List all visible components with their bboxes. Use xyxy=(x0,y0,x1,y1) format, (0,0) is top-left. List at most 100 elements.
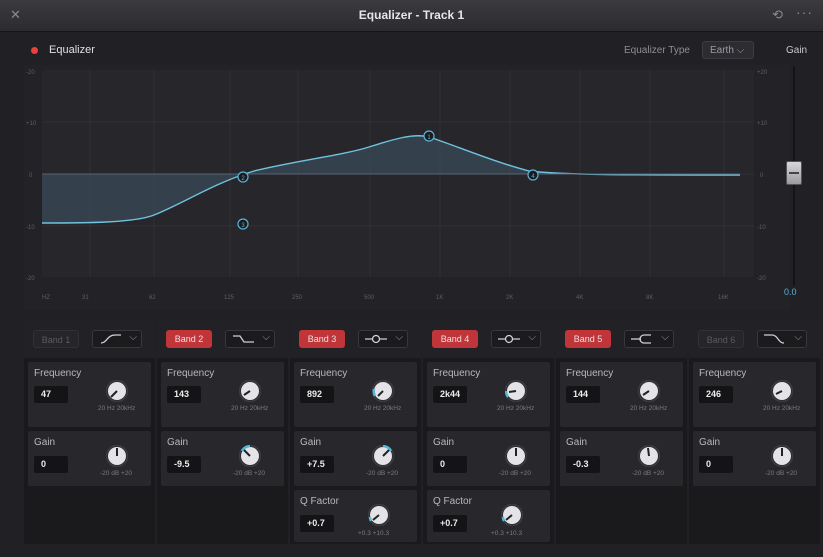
band-1-frequency-knob[interactable] xyxy=(106,380,128,402)
band-4-q-knob[interactable] xyxy=(501,504,523,526)
gain-label: Gain xyxy=(34,437,56,448)
gain-section: Gain -9.5 -20 dB +20 xyxy=(161,431,284,486)
band-3-toggle[interactable]: Band 3 xyxy=(299,330,345,348)
y-tick-right: +10 xyxy=(757,121,768,127)
band-2-toggle[interactable]: Band 2 xyxy=(166,330,212,348)
equalizer-type-select[interactable]: Earth ⌵ xyxy=(702,41,754,59)
frequency-label: Frequency xyxy=(699,368,747,379)
band-3-frequency-knob[interactable] xyxy=(372,380,394,402)
chevron-down-icon: ⌵ xyxy=(528,332,536,343)
x-tick: 250 xyxy=(292,295,303,301)
band-controls: Band 1 ⌵ Frequency 47 20 Hz 20kHz Gain 0… xyxy=(24,320,820,544)
band-5-gain-knob[interactable] xyxy=(638,445,660,467)
band-6-frequency-knob[interactable] xyxy=(771,380,793,402)
fader-value: 0.0 xyxy=(784,287,797,297)
enable-toggle[interactable] xyxy=(31,47,38,54)
band-1-filter-select[interactable]: ⌵ xyxy=(92,330,142,348)
frequency-label: Frequency xyxy=(433,368,481,379)
gain-fader[interactable]: 0.0 xyxy=(784,66,802,297)
x-tick: HZ xyxy=(42,295,50,301)
band-1-gain-knob[interactable] xyxy=(106,445,128,467)
equalizer-type-label: Equalizer Type xyxy=(624,45,690,56)
high-cut-icon xyxy=(764,334,785,344)
band-4-q-field[interactable]: +0.7 xyxy=(433,515,467,532)
gain-scale: -20 dB +20 xyxy=(765,470,797,477)
high-shelf-icon xyxy=(631,334,651,344)
frequency-scale: 20 Hz 20kHz xyxy=(364,405,402,412)
reset-icon[interactable]: ⟲ xyxy=(772,7,783,23)
band-5-frequency-knob[interactable] xyxy=(638,380,660,402)
band-4-filter-select[interactable]: ⌵ xyxy=(491,330,541,348)
frequency-label: Frequency xyxy=(167,368,215,379)
band-5-toggle[interactable]: Band 5 xyxy=(565,330,611,348)
frequency-section: Frequency 246 20 Hz 20kHz xyxy=(693,362,816,427)
band-4-gain-knob[interactable] xyxy=(505,445,527,467)
gain-scale: -20 dB +20 xyxy=(366,470,398,477)
band-6-panel: Band 6 ⌵ Frequency 246 20 Hz 20kHz Gain … xyxy=(689,320,820,544)
eq-graph[interactable]: 1 2 3 4 -20 +10 0 -10 -20 +20 +10 0 -10 … xyxy=(24,65,790,310)
band-header: Band 3 ⌵ xyxy=(290,320,421,358)
band-1-toggle[interactable]: Band 1 xyxy=(33,330,79,348)
x-tick: 1K xyxy=(436,295,443,301)
chevron-down-icon: ⌵ xyxy=(395,332,403,343)
band-2-gain-knob[interactable] xyxy=(239,445,261,467)
band-header: Band 6 ⌵ xyxy=(689,320,820,358)
band-4-frequency-field[interactable]: 2k44 xyxy=(433,386,467,403)
band-4-panel: Band 4 ⌵ Frequency 2k44 20 Hz 20kHz Gain… xyxy=(423,320,554,544)
band-1-panel: Band 1 ⌵ Frequency 47 20 Hz 20kHz Gain 0… xyxy=(24,320,155,544)
band-6-gain-knob[interactable] xyxy=(771,445,793,467)
band-header: Band 5 ⌵ xyxy=(556,320,687,358)
more-icon[interactable]: ··· xyxy=(796,4,813,20)
band-5-panel: Band 5 ⌵ Frequency 144 20 Hz 20kHz Gain … xyxy=(556,320,687,544)
frequency-label: Frequency xyxy=(300,368,348,379)
fader-handle[interactable] xyxy=(786,161,802,185)
band-3-q-field[interactable]: +0.7 xyxy=(300,515,334,532)
band-2-filter-select[interactable]: ⌵ xyxy=(225,330,275,348)
band-6-filter-select[interactable]: ⌵ xyxy=(757,330,807,348)
band-3-filter-select[interactable]: ⌵ xyxy=(358,330,408,348)
frequency-section: Frequency 144 20 Hz 20kHz xyxy=(560,362,683,427)
band-3-gain-field[interactable]: +7.5 xyxy=(300,456,334,473)
band-1-frequency-field[interactable]: 47 xyxy=(34,386,68,403)
band-5-filter-select[interactable]: ⌵ xyxy=(624,330,674,348)
eq-node-4[interactable]: 4 xyxy=(527,169,539,181)
equalizer-label: Equalizer xyxy=(49,44,95,56)
frequency-section: Frequency 892 20 Hz 20kHz xyxy=(294,362,417,427)
equalizer-header: Equalizer Equalizer Type Earth ⌵ Gain xyxy=(0,40,823,62)
band-1-gain-field[interactable]: 0 xyxy=(34,456,68,473)
x-tick: 8K xyxy=(646,295,653,301)
band-5-gain-field[interactable]: -0.3 xyxy=(566,456,600,473)
gain-label: Gain xyxy=(566,437,588,448)
band-3-frequency-field[interactable]: 892 xyxy=(300,386,334,403)
eq-node-3[interactable]: 3 xyxy=(237,218,249,230)
band-6-frequency-field[interactable]: 246 xyxy=(699,386,733,403)
band-6-toggle[interactable]: Band 6 xyxy=(698,330,744,348)
eq-node-1[interactable]: 1 xyxy=(423,130,435,142)
gain-label: Gain xyxy=(786,45,808,56)
band-2-frequency-knob[interactable] xyxy=(239,380,261,402)
eq-node-2[interactable]: 2 xyxy=(237,171,249,183)
gain-scale: -20 dB +20 xyxy=(632,470,664,477)
band-4-frequency-knob[interactable] xyxy=(505,380,527,402)
chevron-down-icon: ⌵ xyxy=(129,332,137,343)
band-2-gain-field[interactable]: -9.5 xyxy=(167,456,201,473)
band-3-gain-knob[interactable] xyxy=(372,445,394,467)
band-4-gain-field[interactable]: 0 xyxy=(433,456,467,473)
frequency-scale: 20 Hz 20kHz xyxy=(630,405,668,412)
band-3-q-knob[interactable] xyxy=(368,504,390,526)
x-tick: 4K xyxy=(576,295,583,301)
q-scale: +0.3 +10.3 xyxy=(358,530,390,537)
band-2-frequency-field[interactable]: 143 xyxy=(167,386,201,403)
gain-label: Gain xyxy=(699,437,721,448)
band-6-gain-field[interactable]: 0 xyxy=(699,456,733,473)
band-header: Band 4 ⌵ xyxy=(423,320,554,358)
x-tick: 16K xyxy=(718,295,729,301)
band-3-panel: Band 3 ⌵ Frequency 892 20 Hz 20kHz Gain … xyxy=(290,320,421,544)
band-4-toggle[interactable]: Band 4 xyxy=(432,330,478,348)
band-5-frequency-field[interactable]: 144 xyxy=(566,386,600,403)
chevron-down-icon: ⌵ xyxy=(661,332,669,343)
x-tick: 62 xyxy=(149,295,156,301)
q-factor-section: Q Factor +0.7 +0.3 +10.3 xyxy=(427,490,550,542)
frequency-label: Frequency xyxy=(566,368,614,379)
x-tick: 2K xyxy=(506,295,513,301)
